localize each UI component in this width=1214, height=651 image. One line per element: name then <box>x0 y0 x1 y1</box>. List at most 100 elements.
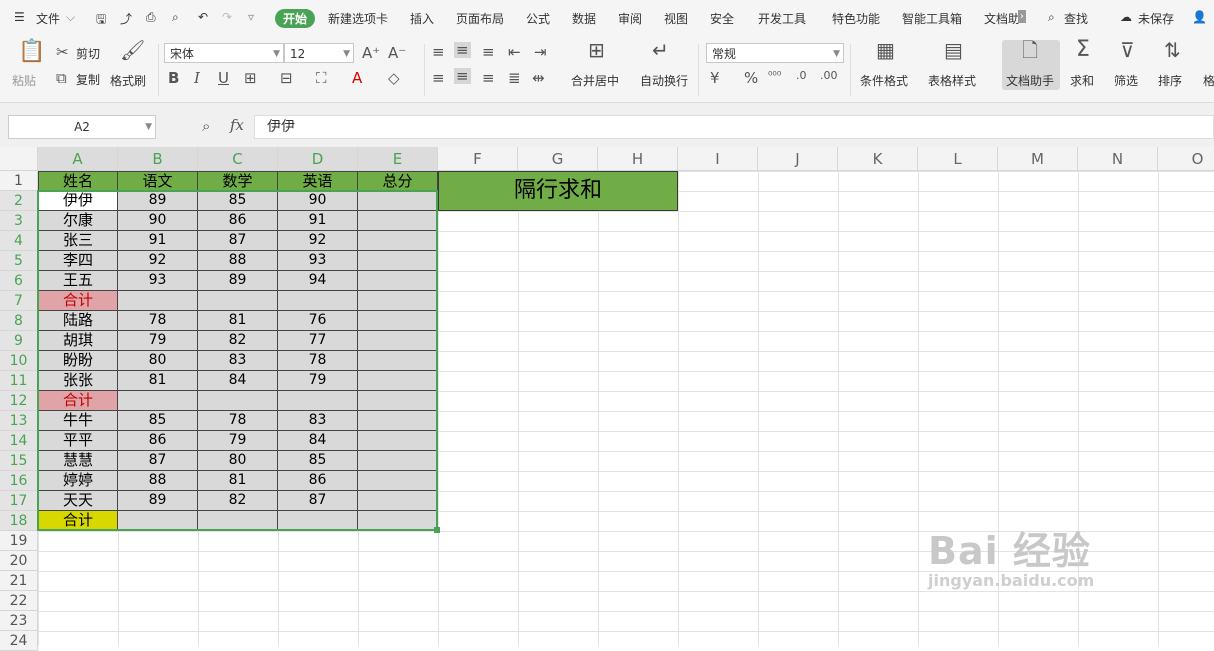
select-all-corner[interactable] <box>0 147 38 171</box>
column-header-e[interactable]: E <box>358 147 438 171</box>
row-header-10[interactable]: 10 <box>0 351 38 371</box>
align-top-icon[interactable]: ≡ <box>432 44 445 60</box>
table-cell[interactable]: 85 <box>198 191 278 211</box>
column-header-c[interactable]: C <box>198 147 278 171</box>
tab-insert[interactable]: 插入 <box>410 10 434 27</box>
tab-home[interactable]: 开始 <box>275 9 316 28</box>
table-cell[interactable]: 83 <box>278 411 358 431</box>
column-header-i[interactable]: I <box>678 147 758 171</box>
align-right-icon[interactable]: ≡ <box>482 70 495 86</box>
name-box[interactable]: A2 ▼ <box>8 115 156 139</box>
row-header-24[interactable]: 24 <box>0 631 38 651</box>
table-cell[interactable]: 89 <box>118 191 198 211</box>
total-row-cell[interactable] <box>278 291 358 311</box>
customize-icon[interactable]: ▿ <box>248 10 254 24</box>
table-cell[interactable]: 尔康 <box>38 211 118 231</box>
table-cell[interactable] <box>358 371 438 391</box>
fx-button[interactable]: fx <box>230 116 244 134</box>
sort-icon[interactable]: ⇅ <box>1164 40 1181 60</box>
table-style-icon[interactable]: ▤ <box>944 40 963 60</box>
total-row-cell[interactable] <box>278 511 358 531</box>
row-header-9[interactable]: 9 <box>0 331 38 351</box>
table-cell[interactable]: 82 <box>198 491 278 511</box>
more-ribbon-button[interactable]: 格 <box>1203 72 1214 89</box>
tab-formulas[interactable]: 公式 <box>526 10 550 27</box>
header-cell[interactable]: 姓名 <box>38 171 118 191</box>
merge-center-icon[interactable]: ⊞ <box>588 40 605 60</box>
table-cell[interactable]: 79 <box>278 371 358 391</box>
row-header-3[interactable]: 3 <box>0 211 38 231</box>
column-header-f[interactable]: F <box>438 147 518 171</box>
fill-color-icon[interactable]: ⛶ <box>316 70 327 86</box>
table-cell[interactable]: 93 <box>118 271 198 291</box>
row-header-15[interactable]: 15 <box>0 451 38 471</box>
row-header-16[interactable]: 16 <box>0 471 38 491</box>
increase-decimal-icon[interactable]: .0 <box>796 68 807 84</box>
zoom-icon[interactable]: ⌕ <box>202 117 210 135</box>
unsaved-status[interactable]: 未保存 <box>1138 10 1174 27</box>
row-header-21[interactable]: 21 <box>0 571 38 591</box>
align-middle-icon[interactable]: ≡ <box>454 42 471 58</box>
sort-button[interactable]: 排序 <box>1158 72 1182 89</box>
table-cell[interactable]: 87 <box>118 451 198 471</box>
column-header-n[interactable]: N <box>1078 147 1158 171</box>
tab-developer[interactable]: 开发工具 <box>758 10 806 27</box>
doc-assistant-button[interactable]: 文档助手 <box>1006 72 1054 89</box>
table-style-button[interactable]: 表格样式 <box>928 72 976 89</box>
table-cell[interactable]: 盼盼 <box>38 351 118 371</box>
row-header-5[interactable]: 5 <box>0 251 38 271</box>
header-cell[interactable]: 英语 <box>278 171 358 191</box>
table-cell[interactable]: 伊伊 <box>38 191 118 211</box>
format-painter-icon[interactable]: 🖌 <box>120 40 145 60</box>
total-row-cell[interactable] <box>198 511 278 531</box>
table-cell[interactable] <box>358 311 438 331</box>
merge-center-button[interactable]: 合并居中 <box>571 72 619 89</box>
scissors-icon[interactable]: ✂ <box>56 44 69 60</box>
row-header-13[interactable]: 13 <box>0 411 38 431</box>
table-cell[interactable]: 85 <box>118 411 198 431</box>
indent-decrease-icon[interactable]: ⇤ <box>508 44 521 60</box>
table-cell[interactable] <box>358 191 438 211</box>
total-row-cell[interactable] <box>278 391 358 411</box>
paste-button[interactable]: 粘贴 <box>12 72 36 89</box>
row-header-20[interactable]: 20 <box>0 551 38 571</box>
tab-review[interactable]: 审阅 <box>618 10 642 27</box>
row-header-6[interactable]: 6 <box>0 271 38 291</box>
number-format-select[interactable]: 常规 ▼ <box>706 43 844 63</box>
row-header-23[interactable]: 23 <box>0 611 38 631</box>
copy-icon[interactable]: ⧉ <box>56 70 67 86</box>
row-header-17[interactable]: 17 <box>0 491 38 511</box>
indent-increase-icon[interactable]: ⇥ <box>534 44 547 60</box>
table-cell[interactable]: 王五 <box>38 271 118 291</box>
currency-icon[interactable]: ¥ <box>710 70 720 86</box>
row-header-2[interactable]: 2 <box>0 191 38 211</box>
table-cell[interactable]: 80 <box>118 351 198 371</box>
row-header-19[interactable]: 19 <box>0 531 38 551</box>
table-cell[interactable]: 79 <box>118 331 198 351</box>
row-header-11[interactable]: 11 <box>0 371 38 391</box>
export-icon[interactable]: ⤴ <box>120 10 132 27</box>
table-cell[interactable]: 天天 <box>38 491 118 511</box>
table-cell[interactable] <box>358 231 438 251</box>
align-bottom-icon[interactable]: ≡ <box>482 44 495 60</box>
sum-button[interactable]: 求和 <box>1070 72 1094 89</box>
distribute-icon[interactable]: ⇹ <box>532 70 545 86</box>
table-cell[interactable]: 86 <box>198 211 278 231</box>
tab-smart-tools[interactable]: 智能工具箱 <box>902 10 962 27</box>
table-cell[interactable]: 78 <box>118 311 198 331</box>
redo-icon[interactable]: ↷ <box>222 10 232 24</box>
column-header-m[interactable]: M <box>998 147 1078 171</box>
conditional-format-button[interactable]: 条件格式 <box>860 72 908 89</box>
table-cell[interactable]: 86 <box>118 431 198 451</box>
table-cell[interactable]: 91 <box>118 231 198 251</box>
table-cell[interactable]: 李四 <box>38 251 118 271</box>
table-cell[interactable]: 90 <box>118 211 198 231</box>
table-cell[interactable] <box>358 491 438 511</box>
table-cell[interactable]: 91 <box>278 211 358 231</box>
table-cell[interactable] <box>358 451 438 471</box>
total-row-cell[interactable] <box>358 391 438 411</box>
row-header-14[interactable]: 14 <box>0 431 38 451</box>
save-icon[interactable]: 🖫 <box>96 10 106 31</box>
header-cell[interactable]: 语文 <box>118 171 198 191</box>
doc-assistant-icon[interactable]: 🗋 <box>1022 40 1038 60</box>
